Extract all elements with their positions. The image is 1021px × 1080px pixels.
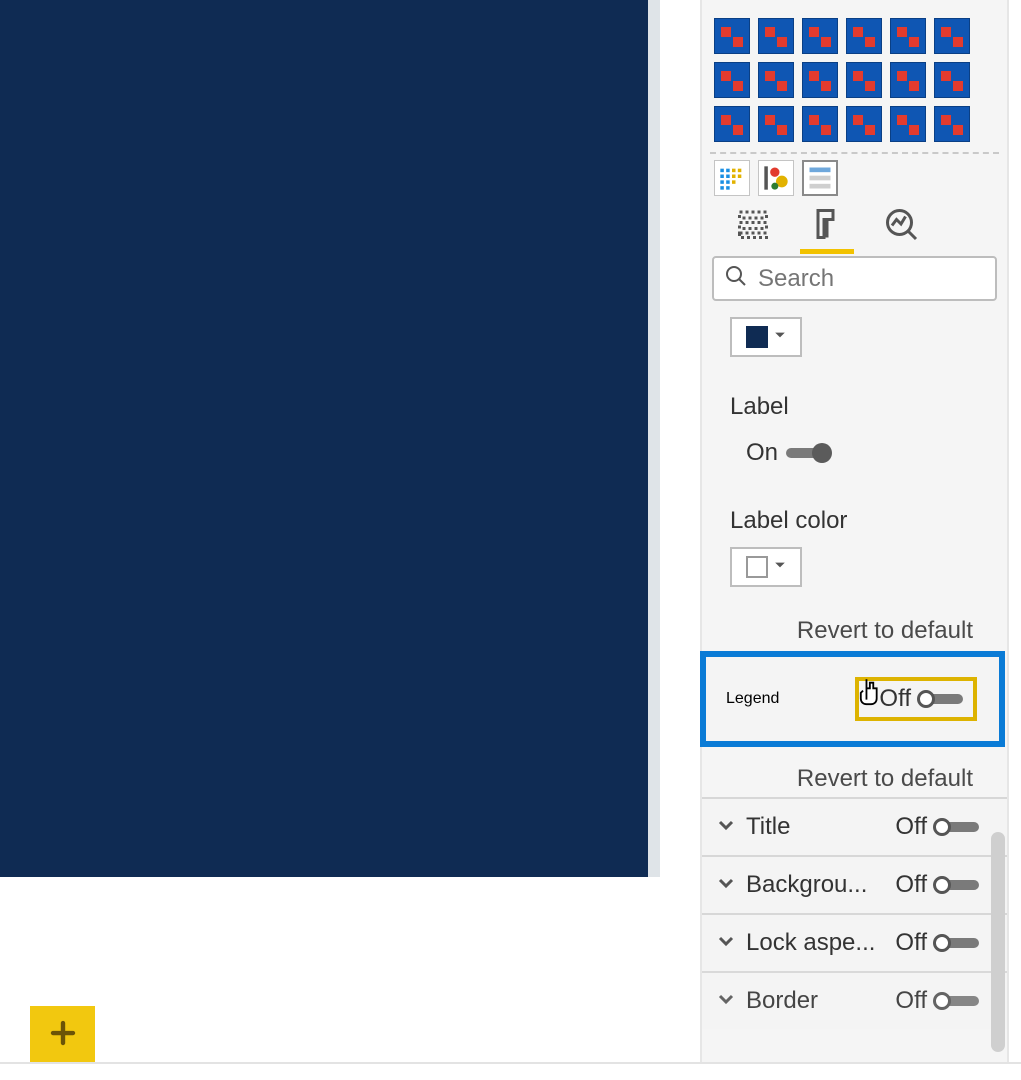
viz-tile[interactable] [846,18,882,54]
search-box[interactable] [712,256,997,301]
report-canvas[interactable] [0,0,648,877]
toggle-track [935,938,979,948]
visualization-gallery [710,12,999,154]
label-toggle[interactable]: On [746,439,830,467]
section-background[interactable]: Backgrou... Off [702,855,1007,913]
chevron-down-icon [774,328,786,346]
add-page-button[interactable] [30,1006,95,1062]
legend-section-highlighted: Legend Off [700,651,1005,747]
pane-tabs [730,204,1007,248]
viz-tile[interactable] [846,62,882,98]
viz-tile[interactable] [802,106,838,142]
viz-tile-dots[interactable] [714,160,750,196]
viz-tile[interactable] [714,106,750,142]
viz-tile-list[interactable] [802,160,838,196]
viz-tile[interactable] [846,106,882,142]
viz-tile[interactable] [890,18,926,54]
visualization-gallery-extra [714,160,995,196]
fields-tab[interactable] [730,204,776,248]
viz-tile[interactable] [934,106,970,142]
label-color-heading: Label color [730,507,1007,535]
viz-tile[interactable] [934,18,970,54]
fields-tab-icon [735,206,771,247]
chevron-down-icon [774,558,786,576]
viz-tile[interactable] [802,62,838,98]
viz-tile[interactable] [758,18,794,54]
toggle-state-text: Off [895,987,927,1015]
section-border[interactable]: Border Off [702,971,1007,1029]
color-swatch [746,326,768,348]
chevron-down-icon [716,873,736,898]
revert-link[interactable]: Revert to default [702,617,973,645]
legend-toggle-focused[interactable]: Off [855,677,977,721]
format-tab[interactable] [804,204,850,248]
chevron-down-icon [716,931,736,956]
section-toggle[interactable]: Off [895,929,979,957]
viz-tile[interactable] [802,18,838,54]
analytics-tab-icon [883,206,919,247]
toggle-thumb [933,992,951,1010]
pane-scrollbar[interactable] [991,832,1005,1052]
toggle-state-text: Off [895,813,927,841]
analytics-tab[interactable] [878,204,924,248]
toggle-track [919,694,963,704]
toggle-state-text: Off [879,685,911,713]
viz-tile-circles[interactable] [758,160,794,196]
revert-link[interactable]: Revert to default [702,765,973,793]
viz-tile[interactable] [890,62,926,98]
viz-tile[interactable] [890,106,926,142]
section-lock-aspect[interactable]: Lock aspe... Off [702,913,1007,971]
toggle-track [935,996,979,1006]
viz-tile[interactable] [934,62,970,98]
toggle-thumb [933,934,951,952]
color-dropdown-label[interactable] [730,547,802,587]
canvas-divider [648,0,660,877]
viz-tile[interactable] [758,106,794,142]
toggle-state-text: Off [895,929,927,957]
section-label: Title [746,813,790,841]
format-pane: Label On Label color Revert to default L… [700,0,1009,1062]
color-dropdown-primary[interactable] [730,317,802,357]
viz-tile[interactable] [714,62,750,98]
plus-icon [48,1013,78,1055]
legend-label: Legend [726,690,779,708]
color-swatch [746,556,768,578]
toggle-thumb [917,690,935,708]
chevron-down-icon [716,989,736,1014]
search-icon [724,264,758,293]
bottom-border [0,1062,1021,1064]
section-label: Border [746,987,818,1015]
section-toggle[interactable]: Off [895,813,979,841]
section-label: Lock aspe... [746,929,875,957]
toggle-track [786,448,830,458]
label-heading: Label [730,393,1007,421]
canvas-blank-area [0,877,660,1062]
section-toggle[interactable]: Off [895,871,979,899]
toggle-track [935,880,979,890]
section-title[interactable]: Title Off [702,797,1007,855]
search-input[interactable] [758,265,985,293]
toggle-track [935,822,979,832]
format-body: Label On Label color Revert to default L… [702,317,1007,1029]
viz-tile[interactable] [758,62,794,98]
toggle-thumb [933,876,951,894]
viz-tile[interactable] [714,18,750,54]
section-label: Backgrou... [746,871,867,899]
toggle-thumb [812,443,832,463]
section-toggle[interactable]: Off [895,987,979,1015]
toggle-state-text: Off [895,871,927,899]
legend-toggle[interactable]: Off [865,685,963,713]
format-tab-icon [809,206,845,247]
chevron-down-icon [716,815,736,840]
toggle-thumb [933,818,951,836]
toggle-state-text: On [746,439,778,467]
